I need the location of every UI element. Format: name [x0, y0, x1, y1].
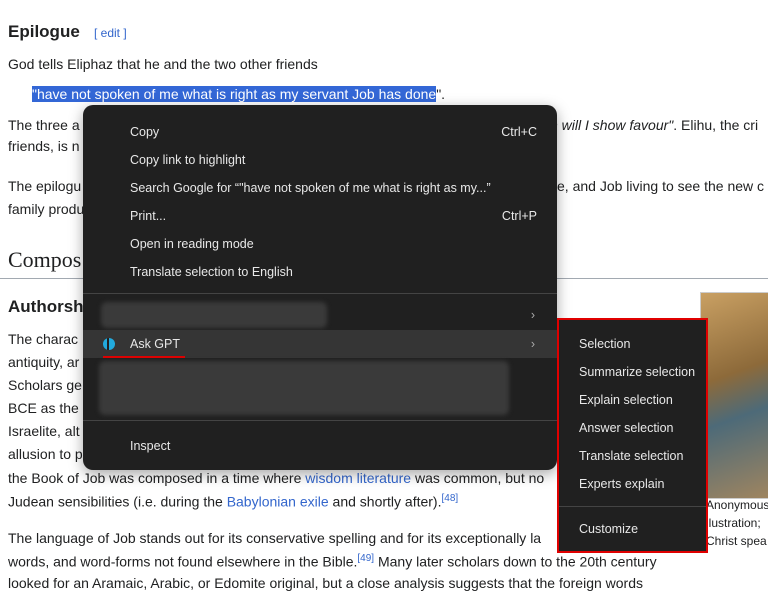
submenu-item-explain[interactable]: Explain selection [579, 386, 673, 414]
label: Copy [130, 125, 160, 139]
label: Open in reading mode [130, 237, 254, 251]
red-underline [103, 356, 185, 358]
paragraph: Scholars ge [8, 377, 82, 393]
paragraph: The language of Job stands out for its c… [8, 530, 542, 546]
ask-gpt-submenu: Selection Summarize selection Explain se… [557, 318, 708, 553]
paragraph: friends, is n [8, 138, 80, 154]
submenu-item-customize[interactable]: Customize [579, 515, 638, 543]
label: Search Google for “"have not spoken of m… [130, 181, 491, 195]
chevron-right-icon: › [530, 308, 535, 322]
epilogue-heading: Epilogue [8, 22, 80, 41]
paragraph: family produ [8, 201, 85, 217]
quote: "have not spoken of me what is right as … [32, 86, 445, 102]
paragraph: e, and Job living to see the new c [557, 178, 765, 194]
label: Copy link to highlight [130, 153, 246, 167]
shortcut: Ctrl+P [501, 209, 537, 223]
babylonian-exile-link[interactable]: Babylonian exile [227, 494, 329, 510]
paragraph: The three a [8, 117, 80, 133]
separator [83, 293, 557, 294]
paragraph: allusion to p [8, 446, 83, 462]
menu-item-translate[interactable]: Translate selection to English [83, 258, 557, 286]
text: and shortly after). [328, 493, 442, 510]
paragraph: Israelite, alt [8, 423, 80, 439]
text: . Elihu, the cri [673, 117, 759, 133]
label: Translate selection to English [130, 265, 293, 279]
label: Print... [130, 209, 167, 223]
edit-link[interactable]: [ edit ] [94, 26, 127, 40]
authorship-heading: Authorsh [8, 297, 84, 316]
text: words, and word-forms not found elsewher… [8, 553, 358, 570]
paragraph: words, and word-forms not found elsewher… [8, 553, 657, 570]
text: Many later scholars down to the 20th cen… [374, 553, 657, 570]
text: was common, but no [411, 470, 545, 486]
blurred-menu-item[interactable] [99, 361, 509, 415]
ask-gpt-icon [103, 338, 115, 350]
wisdom-literature-link[interactable]: wisdom literature [305, 470, 411, 486]
label: Ask GPT [130, 337, 181, 351]
text: the Book of Job was composed in a time w… [8, 470, 306, 486]
illustration-image[interactable] [700, 292, 768, 499]
paragraph: BCE as the [8, 400, 79, 416]
menu-item-print[interactable]: Print... Ctrl+P [83, 202, 557, 230]
paragraph: God tells Eliphaz that he and the two ot… [8, 56, 318, 72]
quote-end: ". [436, 86, 446, 102]
shortcut: Ctrl+C [501, 125, 537, 139]
italic-text: n will I show favour" [550, 117, 674, 133]
submenu-item-answer[interactable]: Answer selection [579, 414, 674, 442]
menu-item-inspect[interactable]: Inspect [83, 432, 557, 460]
separator [559, 506, 706, 507]
submenu-item-selection[interactable]: Selection [579, 330, 630, 358]
paragraph: The charac [8, 331, 79, 347]
separator [83, 420, 557, 421]
submenu-item-experts[interactable]: Experts explain [579, 470, 664, 498]
submenu-item-translate[interactable]: Translate selection [579, 442, 683, 470]
paragraph: Judean sensibilities (i.e. during the Ba… [8, 493, 458, 510]
submenu-item-summarize[interactable]: Summarize selection [579, 358, 695, 386]
label: Inspect [130, 439, 171, 453]
caption: llustration; [706, 516, 761, 530]
paragraph: The epilogu [8, 178, 82, 194]
paragraph: antiquity, ar [8, 354, 80, 370]
citation-link[interactable]: [49] [357, 553, 374, 564]
menu-item-copy-link[interactable]: Copy link to highlight [83, 146, 557, 174]
citation-link[interactable]: [48] [441, 493, 458, 504]
menu-item-reading-mode[interactable]: Open in reading mode [83, 230, 557, 258]
selected-text[interactable]: "have not spoken of me what is right as … [32, 86, 437, 102]
caption: Anonymous [706, 498, 768, 512]
paragraph: n will I show favour". Elihu, the cri [550, 117, 758, 133]
menu-item-ask-gpt[interactable]: Ask GPT › [83, 330, 557, 358]
text: Judean sensibilities (i.e. during the [8, 493, 227, 510]
composition-heading: Compos [8, 247, 82, 272]
menu-item-copy[interactable]: Copy Ctrl+C [83, 118, 557, 146]
context-menu: Copy Ctrl+C Copy link to highlight Search… [83, 105, 557, 470]
menu-item-search-google[interactable]: Search Google for “"have not spoken of m… [83, 174, 557, 202]
paragraph: the Book of Job was composed in a time w… [8, 470, 544, 486]
blurred-item-row: › [83, 301, 557, 329]
chevron-right-icon: › [530, 337, 535, 351]
caption: Christ spea [706, 534, 767, 548]
paragraph: looked for an Aramaic, Arabic, or Edomit… [8, 575, 644, 591]
